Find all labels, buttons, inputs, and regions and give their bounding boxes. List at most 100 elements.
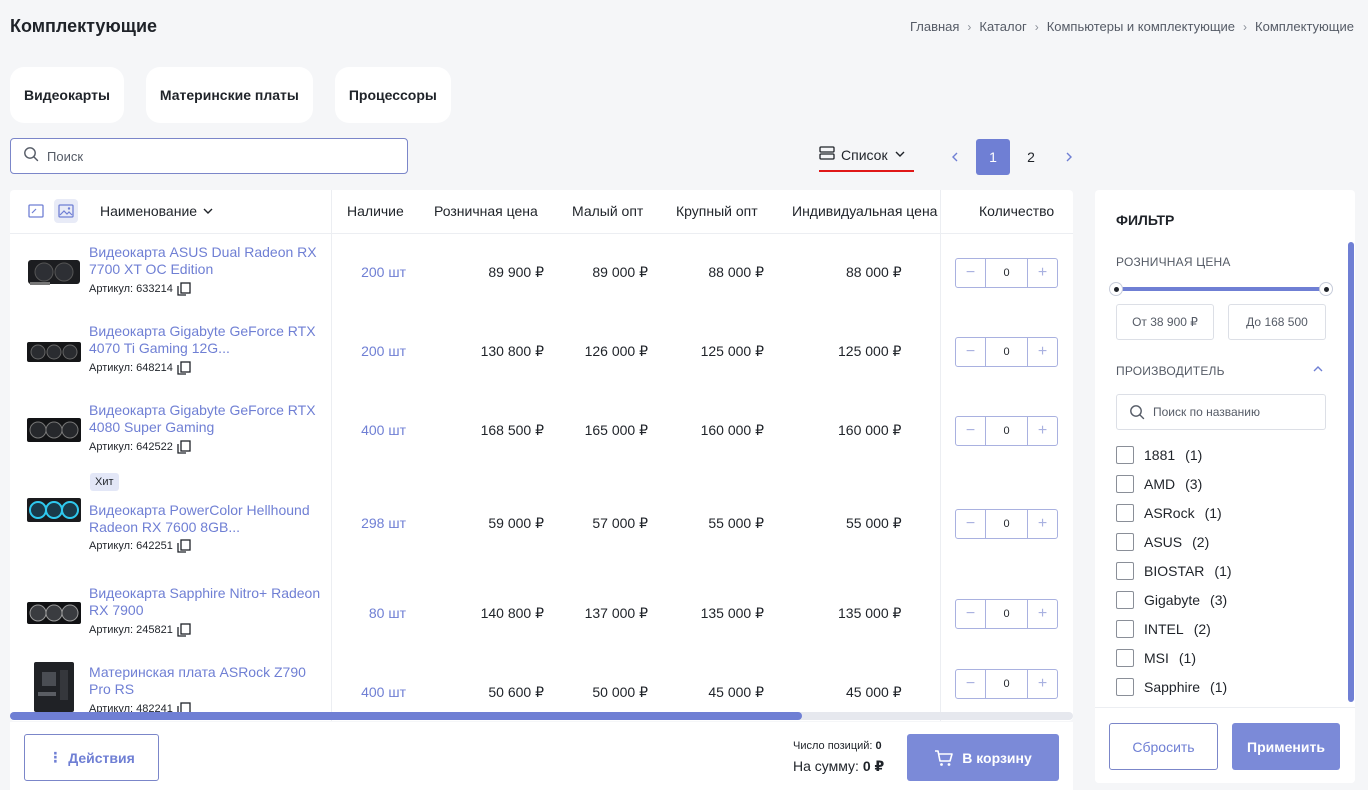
- product-name-link[interactable]: Материнская плата ASRock Z790 Pro RS: [89, 664, 325, 698]
- brand-checkbox-gigabyte[interactable]: Gigabyte (3): [1116, 591, 1227, 609]
- filter-scrollbar[interactable]: [1348, 242, 1354, 702]
- add-to-cart-button[interactable]: В корзину: [907, 734, 1059, 781]
- chevron-down-icon: [894, 147, 906, 163]
- brand-checkbox-1881[interactable]: 1881 (1): [1116, 446, 1202, 464]
- brand-checkbox-asus[interactable]: ASUS (2): [1116, 533, 1209, 551]
- filter-actions: Сбросить Применить: [1095, 707, 1355, 783]
- product-name-link[interactable]: Видеокарта PowerColor Hellhound Radeon R…: [89, 502, 325, 536]
- decrease-button[interactable]: −: [956, 417, 985, 445]
- decrease-button[interactable]: −: [956, 510, 985, 538]
- copy-icon[interactable]: [177, 361, 191, 375]
- price-range-track: [1116, 287, 1326, 291]
- brand-checkbox-sapphire[interactable]: Sapphire (1): [1116, 678, 1227, 696]
- price-range-slider[interactable]: [1109, 282, 1333, 296]
- page-button-1[interactable]: 1: [976, 139, 1010, 175]
- quantity-input[interactable]: 0: [985, 600, 1028, 628]
- product-name-link[interactable]: Видеокарта Gigabyte GeForce RTX 4080 Sup…: [89, 402, 325, 436]
- reset-filter-button[interactable]: Сбросить: [1109, 723, 1218, 770]
- increase-button[interactable]: +: [1028, 600, 1057, 628]
- checkbox[interactable]: [1116, 562, 1134, 580]
- checkbox[interactable]: [1116, 678, 1134, 696]
- decrease-button[interactable]: −: [956, 338, 985, 366]
- view-mode-select[interactable]: Список: [819, 146, 906, 163]
- quantity-input[interactable]: 0: [985, 510, 1028, 538]
- prev-page-button[interactable]: [938, 139, 972, 175]
- search-input[interactable]: [47, 148, 387, 164]
- increase-button[interactable]: +: [1028, 417, 1057, 445]
- individual-price: 88 000 ₽: [846, 264, 902, 280]
- increase-button[interactable]: +: [1028, 670, 1057, 698]
- brand-name: Sapphire: [1144, 679, 1201, 695]
- copy-icon[interactable]: [177, 440, 191, 454]
- brand-checkbox-biostar[interactable]: BIOSTAR (1): [1116, 562, 1232, 580]
- increase-button[interactable]: +: [1028, 259, 1057, 287]
- copy-icon[interactable]: [177, 623, 191, 637]
- quantity-input[interactable]: 0: [985, 417, 1028, 445]
- maker-search-box: [1116, 394, 1326, 430]
- breadcrumb-item-computers[interactable]: Компьютеры и комплектующие: [1047, 19, 1235, 34]
- price-to-input[interactable]: До 168 500: [1228, 304, 1326, 340]
- chevron-up-icon[interactable]: [1312, 363, 1324, 375]
- product-sku-text: Артикул: 642251: [89, 540, 173, 552]
- price-min-handle[interactable]: [1109, 282, 1123, 296]
- checkbox[interactable]: [1116, 446, 1134, 464]
- quantity-input[interactable]: 0: [985, 670, 1028, 698]
- apply-filter-button[interactable]: Применить: [1232, 723, 1340, 770]
- maker-search-input[interactable]: [1153, 405, 1323, 419]
- chevron-left-icon: [952, 152, 958, 162]
- category-tab-cpus[interactable]: Процессоры: [334, 67, 451, 123]
- compact-view-icon: [28, 204, 44, 218]
- brand-checkbox-msi[interactable]: MSI (1): [1116, 649, 1196, 667]
- horizontal-scrollbar[interactable]: [10, 712, 1073, 720]
- order-sum-value: 0 ₽: [862, 758, 885, 774]
- price-from-input[interactable]: От 38 900 ₽: [1116, 304, 1214, 340]
- quantity-input[interactable]: 0: [985, 338, 1028, 366]
- brand-checkbox-amd[interactable]: AMD (3): [1116, 475, 1202, 493]
- category-tab-gpu[interactable]: Видеокарты: [10, 67, 124, 123]
- breadcrumb-item-home[interactable]: Главная: [910, 19, 959, 34]
- product-sku: Артикул: 642522: [89, 440, 191, 454]
- product-image: [27, 498, 81, 522]
- positions-count: Число позиций: 0: [793, 740, 884, 752]
- brand-checkbox-intel[interactable]: INTEL (2): [1116, 620, 1211, 638]
- scrollbar-thumb[interactable]: [10, 712, 802, 720]
- decrease-button[interactable]: −: [956, 259, 985, 287]
- price-max-handle[interactable]: [1319, 282, 1333, 296]
- copy-icon[interactable]: [177, 702, 191, 712]
- decrease-button[interactable]: −: [956, 670, 985, 698]
- product-name-link[interactable]: Видеокарта ASUS Dual Radeon RX 7700 XT O…: [89, 244, 325, 278]
- copy-icon[interactable]: [177, 282, 191, 296]
- checkbox[interactable]: [1116, 620, 1134, 638]
- checkbox[interactable]: [1116, 533, 1134, 551]
- small-wholesale-price: 126 000 ₽: [584, 343, 648, 359]
- positions-count-value: 0: [875, 740, 882, 752]
- brand-checkbox-asrock[interactable]: ASRock (1): [1116, 504, 1222, 522]
- decrease-button[interactable]: −: [956, 600, 985, 628]
- individual-price: 45 000 ₽: [846, 684, 902, 700]
- product-name-link[interactable]: Видеокарта Sapphire Nitro+ Radeon RX 790…: [89, 585, 325, 619]
- brand-count: (1): [1214, 563, 1232, 579]
- breadcrumb-item-catalog[interactable]: Каталог: [979, 19, 1026, 34]
- column-header-name[interactable]: Наименование: [100, 203, 214, 219]
- brand-count: (1): [1204, 505, 1222, 521]
- page-button-2[interactable]: 2: [1014, 139, 1048, 175]
- next-page-button[interactable]: [1052, 139, 1086, 175]
- retail-price: 59 000 ₽: [488, 515, 544, 531]
- copy-icon[interactable]: [177, 539, 191, 553]
- table-row: Видеокарта Gigabyte GeForce RTX 4070 Ti …: [10, 313, 1073, 392]
- product-name-link[interactable]: Видеокарта Gigabyte GeForce RTX 4070 Ti …: [89, 323, 325, 357]
- checkbox[interactable]: [1116, 504, 1134, 522]
- checkbox[interactable]: [1116, 475, 1134, 493]
- compact-view-button[interactable]: [24, 199, 48, 223]
- brand-count: (2): [1192, 534, 1210, 550]
- checkbox[interactable]: [1116, 649, 1134, 667]
- increase-button[interactable]: +: [1028, 338, 1057, 366]
- quantity-input[interactable]: 0: [985, 259, 1028, 287]
- increase-button[interactable]: +: [1028, 510, 1057, 538]
- product-image: [27, 342, 81, 362]
- actions-button[interactable]: ⋮ Действия: [24, 734, 159, 781]
- brand-count: (2): [1193, 621, 1211, 637]
- checkbox[interactable]: [1116, 591, 1134, 609]
- image-view-button[interactable]: [54, 199, 78, 223]
- category-tab-motherboards[interactable]: Материнские платы: [145, 67, 313, 123]
